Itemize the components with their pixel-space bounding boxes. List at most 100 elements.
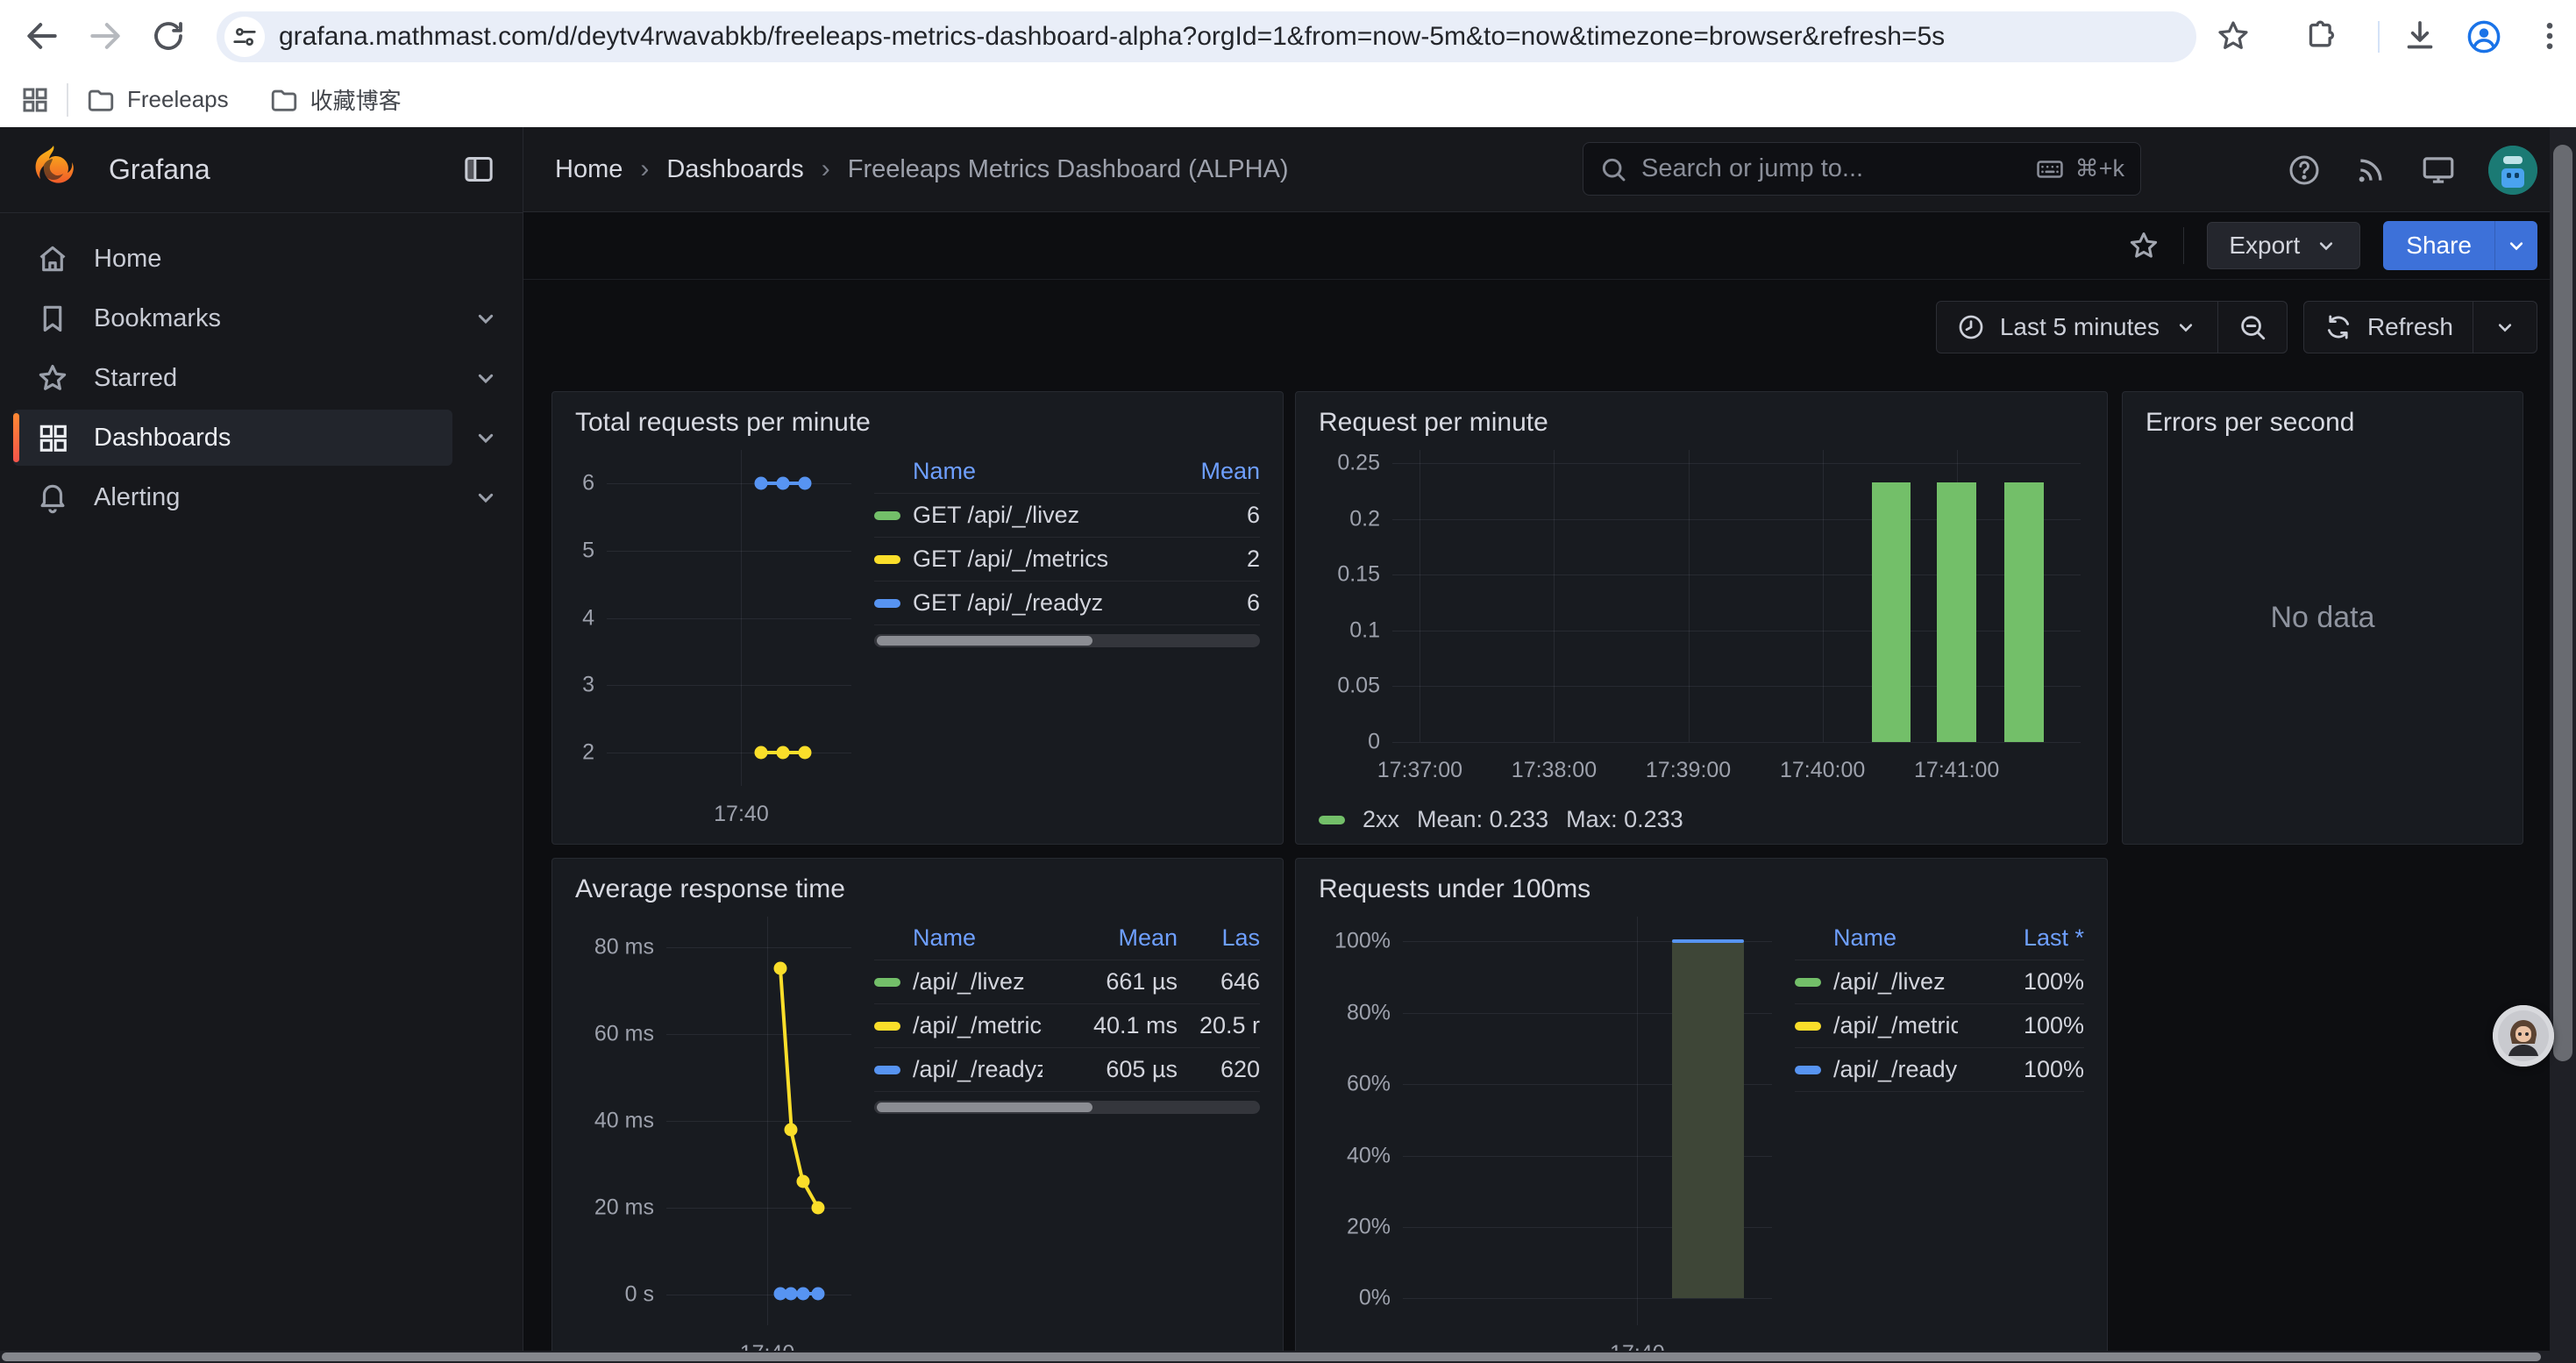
horizontal-scrollbar[interactable]: [0, 1351, 2576, 1363]
panel-title[interactable]: Average response time: [552, 859, 1283, 908]
sidebar-row-alerting: Alerting: [0, 469, 523, 525]
browser-menu-button[interactable]: [2532, 18, 2567, 54]
sidebar-expand-alerting[interactable]: [472, 483, 500, 511]
browser-back-button[interactable]: [18, 11, 67, 61]
breadcrumb-home[interactable]: Home: [555, 155, 623, 184]
x-axis-label: 17:38:00: [1512, 758, 1597, 783]
address-bar[interactable]: grafana.mathmast.com/d/deytv4rwavabkb/fr…: [217, 11, 2196, 62]
scrollbar-thumb[interactable]: [2553, 145, 2572, 1061]
monitor-icon[interactable]: [2420, 152, 2457, 189]
scrollbar-thumb[interactable]: [877, 636, 1092, 646]
y-axis-label: 3: [582, 673, 594, 698]
url-text[interactable]: grafana.mathmast.com/d/deytv4rwavabkb/fr…: [279, 22, 1945, 52]
series-name[interactable]: /api/_/metrics: [1833, 1012, 1958, 1039]
series-swatch[interactable]: [874, 511, 900, 520]
app-root: grafana.mathmast.com/d/deytv4rwavabkb/fr…: [0, 0, 2576, 1363]
legend-column-header[interactable]: Name: [874, 924, 1042, 952]
sidebar-expand-dashboards[interactable]: [472, 424, 500, 452]
series-swatch[interactable]: [874, 1022, 900, 1031]
sidebar-row-home: Home: [0, 231, 523, 287]
gridline-horizontal: [607, 685, 851, 686]
plot-area[interactable]: [1392, 450, 2081, 742]
series-swatch[interactable]: [874, 555, 900, 564]
refresh-interval-button[interactable]: [2473, 302, 2537, 353]
kebab-menu-icon: [2532, 18, 2567, 54]
sidebar-expand-starred[interactable]: [472, 364, 500, 392]
dock-menu-button[interactable]: [461, 152, 496, 187]
time-range-picker[interactable]: Last 5 minutes: [1937, 302, 2217, 353]
legend-column-header[interactable]: Last *: [1970, 924, 2084, 952]
user-avatar[interactable]: [2488, 146, 2537, 195]
sidebar-item-dashboards[interactable]: Dashboards: [13, 410, 452, 466]
sidebar-item-home[interactable]: Home: [13, 231, 452, 287]
grafana-logo[interactable]: [26, 143, 81, 197]
series-name[interactable]: 2xx: [1363, 806, 1399, 833]
bar: [1937, 482, 1976, 742]
series-name[interactable]: GET /api/_/metrics: [913, 546, 1134, 573]
series-name[interactable]: GET /api/_/readyz: [913, 589, 1134, 617]
gridline-vertical: [1689, 450, 1690, 742]
panel-title[interactable]: Request per minute: [1296, 392, 2107, 441]
sidebar-expand-bookmarks[interactable]: [472, 304, 500, 332]
plot-area[interactable]: [666, 917, 851, 1325]
bookmark-folder-blogs[interactable]: 收藏博客: [269, 83, 402, 116]
scrollbar-thumb[interactable]: [877, 1103, 1092, 1112]
legend-scrollbar[interactable]: [874, 1101, 1260, 1114]
legend-column-header[interactable]: Name: [874, 458, 1134, 485]
series-swatch[interactable]: [874, 599, 900, 608]
series-swatch[interactable]: [1795, 1066, 1821, 1074]
series-swatch[interactable]: [1795, 1022, 1821, 1031]
brand-name[interactable]: Grafana: [109, 153, 210, 186]
sidebar-item-starred[interactable]: Starred: [13, 350, 452, 406]
help-icon[interactable]: [2287, 153, 2322, 188]
browser-forward-button[interactable]: [81, 11, 130, 61]
series-name[interactable]: /api/_/livez: [913, 968, 1042, 995]
export-button[interactable]: Export: [2207, 222, 2360, 269]
scrollbar-thumb[interactable]: [2, 1352, 2541, 1361]
legend-column-header[interactable]: Name: [1795, 924, 1958, 952]
series-swatch[interactable]: [1795, 978, 1821, 987]
series-name[interactable]: GET /api/_/livez: [913, 502, 1134, 529]
downloads-button[interactable]: [2402, 18, 2437, 54]
profile-button[interactable]: [2466, 18, 2502, 55]
dashboard-panels: Total requests per minute 65432 17:40 Na…: [523, 373, 2576, 1363]
panel-title[interactable]: Requests under 100ms: [1296, 859, 2107, 908]
bookmark-page-button[interactable]: [2216, 18, 2251, 54]
floating-assistant-avatar[interactable]: [2493, 1005, 2554, 1067]
extensions-button[interactable]: [2304, 18, 2339, 54]
y-axis-label: 0.05: [1337, 674, 1380, 699]
share-button[interactable]: Share: [2383, 221, 2494, 270]
favorite-star-button[interactable]: [2127, 229, 2160, 262]
legend-column-header[interactable]: Mean: [1055, 924, 1178, 952]
sidebar-nav: Home Bookmarks Starred: [0, 213, 523, 525]
sidebar-item-alerting[interactable]: Alerting: [13, 469, 452, 525]
series-name[interactable]: /api/_/readyz: [1833, 1056, 1958, 1083]
browser-reload-button[interactable]: [144, 11, 193, 61]
refresh-button[interactable]: Refresh: [2304, 302, 2473, 353]
vertical-scrollbar[interactable]: [2550, 127, 2576, 1351]
series-swatch[interactable]: [874, 978, 900, 987]
search-input[interactable]: Search or jump to... ⌘+k: [1583, 142, 2141, 196]
panel-title[interactable]: Total requests per minute: [552, 392, 1283, 441]
series-swatch[interactable]: [1319, 816, 1345, 824]
news-rss-icon[interactable]: [2353, 153, 2388, 188]
series-swatch[interactable]: [874, 1066, 900, 1074]
legend-column-header[interactable]: Mean: [1146, 458, 1260, 485]
clock-icon: [1956, 312, 1986, 342]
series-name[interactable]: /api/_/livez: [1833, 968, 1958, 995]
site-info-button[interactable]: [224, 17, 265, 57]
breadcrumb-dashboards[interactable]: Dashboards: [666, 155, 803, 184]
sidebar-item-bookmarks[interactable]: Bookmarks: [13, 290, 452, 346]
zoom-out-button[interactable]: [2218, 302, 2287, 353]
series-name[interactable]: /api/_/readyz: [913, 1056, 1042, 1083]
apps-grid-button[interactable]: [19, 84, 51, 116]
series-name[interactable]: /api/_/metrics: [913, 1012, 1042, 1039]
bookmark-folder-freeleaps[interactable]: Freeleaps: [86, 85, 229, 115]
plot-area[interactable]: [1403, 917, 1772, 1325]
data-point: [776, 477, 789, 490]
plot-area[interactable]: [607, 450, 851, 786]
legend-column-header[interactable]: Las: [1190, 924, 1260, 952]
share-menu-button[interactable]: [2494, 221, 2537, 270]
gridline-horizontal: [666, 947, 851, 948]
legend-scrollbar[interactable]: [874, 634, 1260, 647]
